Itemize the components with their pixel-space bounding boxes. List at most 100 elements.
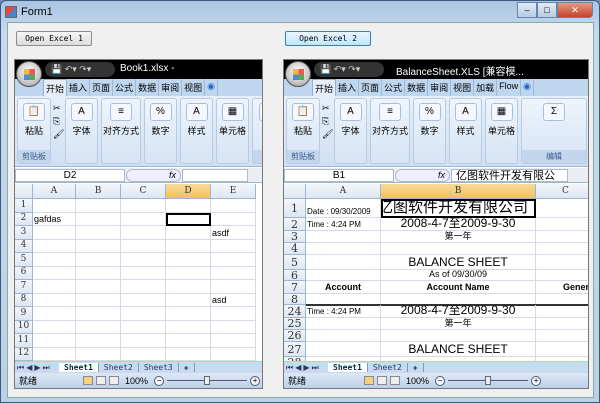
row-header[interactable]: 9 [15, 307, 33, 321]
row-header[interactable]: 2 [15, 212, 33, 226]
ribbon-tab[interactable]: 审阅 [428, 79, 452, 96]
cell-A10[interactable] [33, 320, 76, 334]
row-header[interactable]: 12 [15, 347, 33, 361]
cell-C27[interactable] [536, 342, 588, 357]
cell-E11[interactable] [211, 334, 256, 348]
cell-A8[interactable] [33, 293, 76, 307]
ribbon-group[interactable]: A 字体 [334, 98, 367, 164]
name-box[interactable]: D2 [15, 169, 125, 182]
zoom-in-icon[interactable]: + [250, 375, 261, 386]
cell-C9[interactable] [121, 307, 166, 321]
cell-B4[interactable] [381, 243, 536, 255]
ribbon-tab[interactable]: 加载 [474, 79, 498, 96]
ribbon-group[interactable]: ≡ 对齐方式 [370, 98, 410, 164]
cell-C25[interactable] [536, 318, 588, 330]
row-header[interactable]: 4 [284, 243, 306, 255]
row-header[interactable]: 27 [284, 342, 306, 357]
column-header[interactable]: D [166, 184, 211, 199]
cell-A6[interactable] [33, 266, 76, 280]
cell-B6[interactable] [76, 266, 121, 280]
cell-D4[interactable] [166, 239, 211, 253]
minimize-button[interactable]: – [517, 2, 537, 18]
normal-view-icon[interactable] [364, 376, 374, 385]
ribbon-tab[interactable]: 数据 [405, 79, 429, 96]
cell-A5[interactable] [306, 255, 381, 270]
page-layout-view-icon[interactable] [96, 376, 106, 385]
cell-E8[interactable]: asd [211, 293, 256, 307]
cell-E3[interactable]: asdf [211, 226, 256, 240]
cell-E12[interactable] [211, 347, 256, 361]
column-header[interactable]: B [76, 184, 121, 199]
cell-A11[interactable] [33, 334, 76, 348]
cell-C1[interactable] [536, 199, 588, 218]
select-all[interactable] [15, 184, 33, 199]
cell-E9[interactable] [211, 307, 256, 321]
ribbon-tab[interactable]: 开始 [312, 79, 337, 96]
ribbon-tab[interactable]: 视图 [182, 79, 206, 96]
cell-A7[interactable] [33, 280, 76, 294]
ribbon-tab[interactable]: 插入 [67, 79, 91, 96]
row-header[interactable]: 6 [15, 266, 33, 280]
cell-E1[interactable] [211, 199, 256, 213]
cell-E7[interactable] [211, 280, 256, 294]
cell-C2[interactable] [121, 212, 166, 226]
ribbon-tab[interactable]: 审阅 [159, 79, 183, 96]
sheet-tab[interactable]: Sheet1 [59, 363, 99, 372]
column-header[interactable]: A [33, 184, 76, 199]
sheet-nav-arrows[interactable]: ⏮◀▶⏭ [284, 363, 328, 373]
zoom-slider[interactable] [448, 376, 529, 385]
cell-C8[interactable] [121, 293, 166, 307]
cell-A9[interactable] [33, 307, 76, 321]
cell-E2[interactable] [211, 212, 256, 226]
column-header[interactable]: C [536, 184, 588, 199]
cell-B10[interactable] [76, 320, 121, 334]
ribbon-group[interactable]: % 数字 [144, 98, 177, 164]
row-header[interactable]: 10 [15, 320, 33, 334]
cell-B11[interactable] [76, 334, 121, 348]
row-header[interactable]: 26 [284, 330, 306, 342]
ribbon-tab[interactable]: 页面 [359, 79, 383, 96]
row-header[interactable]: 1 [284, 199, 306, 218]
page-break-view-icon[interactable] [390, 376, 400, 385]
cell-D7[interactable] [166, 280, 211, 294]
cell-B25[interactable]: 第一年 [381, 318, 536, 330]
zoom-out-icon[interactable]: − [154, 375, 165, 386]
open-excel-1-button[interactable]: Open Excel 1 [16, 31, 92, 46]
normal-view-icon[interactable] [83, 376, 93, 385]
cell-B7[interactable]: Account Name [381, 281, 536, 294]
cell-B1[interactable]: 亿图软件开发有限公司 [381, 199, 536, 218]
cell-C1[interactable] [121, 199, 166, 213]
row-header[interactable]: 1 [15, 199, 33, 213]
cell-A3[interactable] [33, 226, 76, 240]
office-button[interactable] [16, 61, 42, 87]
cell-A5[interactable] [33, 253, 76, 267]
cell-A26[interactable] [306, 330, 381, 342]
sheet-nav-arrows[interactable]: ⏮◀▶⏭ [15, 363, 59, 373]
ribbon-tab[interactable]: 公式 [382, 79, 406, 96]
cell-A2[interactable]: gafdas [33, 212, 76, 226]
page-break-view-icon[interactable] [109, 376, 119, 385]
ribbon-tab[interactable]: 插入 [336, 79, 360, 96]
row-header[interactable]: 6 [284, 270, 306, 281]
name-box[interactable]: B1 [284, 169, 394, 182]
cell-E4[interactable] [211, 239, 256, 253]
ribbon-group[interactable]: A 字体 [65, 98, 98, 164]
formula-input[interactable]: 亿图软件开发有限公 [451, 169, 568, 182]
row-header[interactable]: 5 [284, 255, 306, 270]
cell-D6[interactable] [166, 266, 211, 280]
cell-B26[interactable] [381, 330, 536, 342]
cell-B1[interactable] [76, 199, 121, 213]
cell-A6[interactable] [306, 270, 381, 281]
cell-C5[interactable] [121, 253, 166, 267]
ribbon-tab[interactable]: 数据 [136, 79, 160, 96]
cell-A1[interactable] [33, 199, 76, 213]
cell-C24[interactable] [536, 305, 588, 318]
cut-copy-format-icons[interactable]: ✂ ⎘ 🖌 [322, 102, 333, 141]
column-header[interactable]: B [381, 184, 536, 199]
ribbon-tab[interactable]: 页面 [90, 79, 114, 96]
cell-B5[interactable]: BALANCE SHEET [381, 255, 536, 270]
cell-B2[interactable]: 2008-4-7至2009-9-30 [381, 218, 536, 231]
open-excel-2-button[interactable]: Open Excel 2 [285, 31, 371, 46]
insert-sheet-icon[interactable]: ✚ [408, 363, 424, 372]
cut-copy-format-icons[interactable]: ✂ ⎘ 🖌 [53, 102, 64, 141]
